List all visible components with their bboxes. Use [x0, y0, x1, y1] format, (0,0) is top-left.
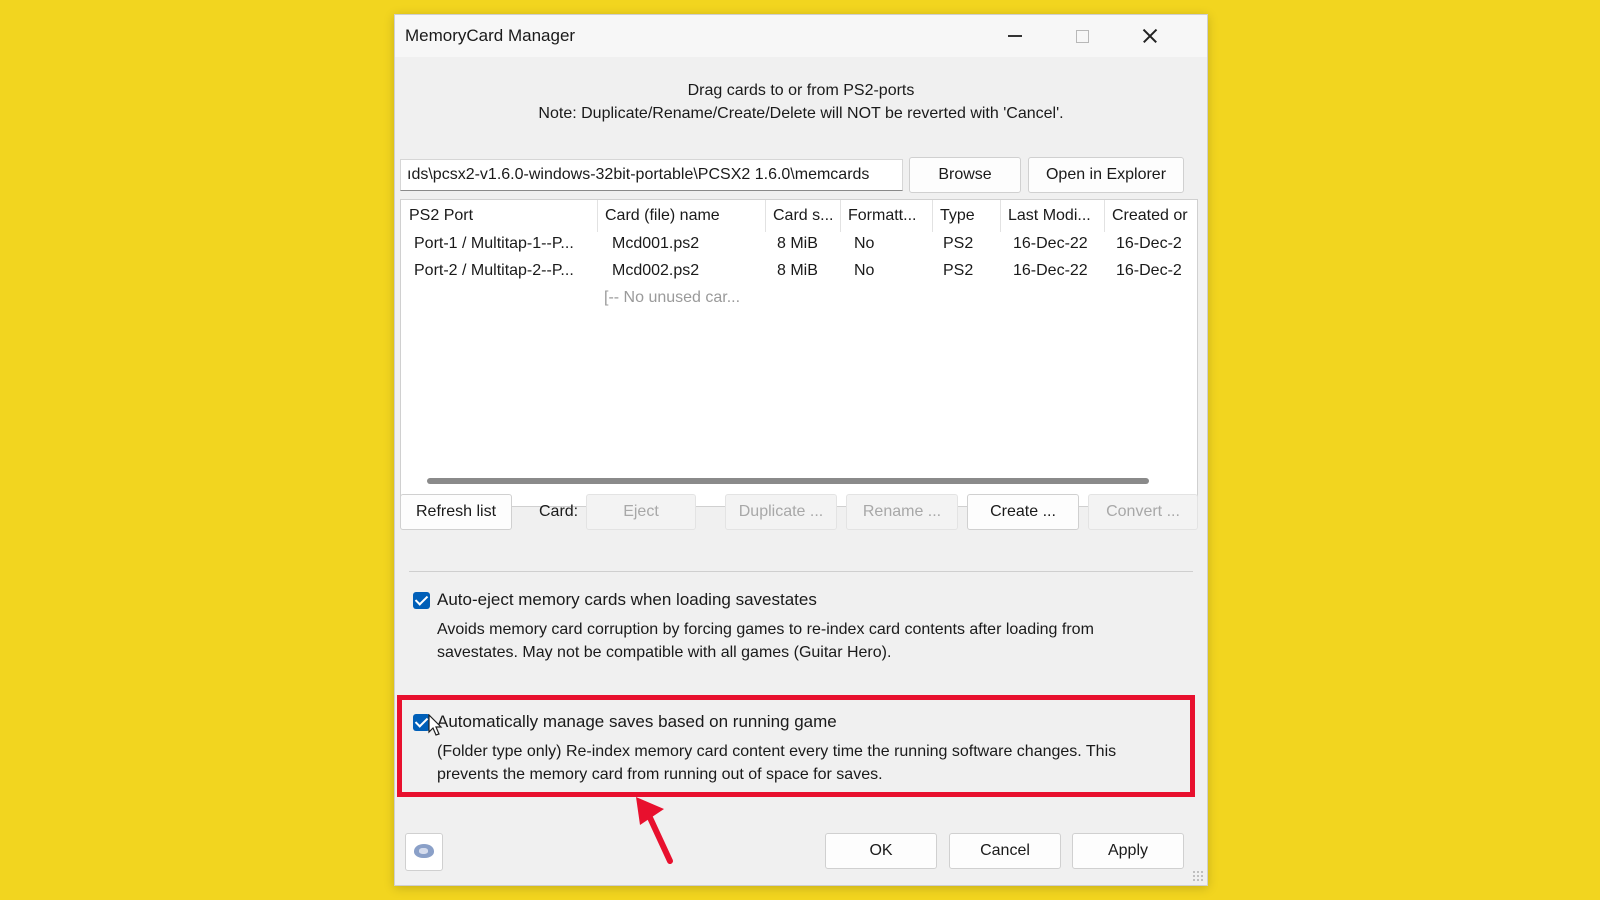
window-title: MemoryCard Manager [405, 26, 576, 45]
auto-manage-saves-description: (Folder type only) Re-index memory card … [437, 740, 1116, 786]
minimize-icon[interactable] [991, 21, 1037, 51]
cell-card-name: Mcd002.ps2 [612, 262, 700, 279]
section-divider [409, 571, 1193, 572]
close-icon[interactable] [1127, 21, 1173, 51]
cell-formatted: No [854, 235, 875, 252]
horizontal-scrollbar[interactable] [427, 478, 1149, 484]
cell-type: PS2 [943, 262, 974, 279]
open-in-explorer-button[interactable]: Open in Explorer [1028, 157, 1184, 193]
browse-button[interactable]: Browse [909, 157, 1021, 193]
card-label: Card: [539, 503, 579, 520]
column-header-created-on[interactable]: Created or [1104, 200, 1197, 232]
memory-card-list[interactable]: PS2 Port Card (file) name Card s... Form… [400, 199, 1198, 507]
memcards-path-field[interactable]: ıds\pcsx2-v1.6.0-windows-32bit-portable\… [400, 159, 903, 191]
memcards-path-value: ıds\pcsx2-v1.6.0-windows-32bit-portable\… [407, 166, 870, 183]
ok-button[interactable]: OK [825, 833, 937, 869]
cell-last-modified: 16-Dec-22 [1013, 235, 1088, 252]
create-button[interactable]: Create ... [967, 494, 1079, 530]
resize-grip-icon[interactable] [1192, 870, 1204, 882]
auto-eject-checkbox[interactable] [413, 592, 430, 609]
column-header-card-size[interactable]: Card s... [765, 200, 840, 232]
column-header-ps2-port[interactable]: PS2 Port [401, 200, 597, 232]
auto-eject-description: Avoids memory card corruption by forcing… [437, 618, 1094, 664]
memorycard-manager-dialog: MemoryCard Manager Drag cards to or from… [394, 14, 1208, 886]
cell-formatted: No [854, 262, 875, 279]
rename-button[interactable]: Rename ... [846, 494, 958, 530]
auto-eject-desc-line-2: savestates. May not be compatible with a… [437, 644, 892, 661]
auto-eject-desc-line-1: Avoids memory card corruption by forcing… [437, 621, 1094, 638]
apply-button[interactable]: Apply [1072, 833, 1184, 869]
cell-card-size: 8 MiB [777, 262, 818, 279]
cell-ps2-port: Port-2 / Multitap-2--P... [414, 262, 574, 279]
maximize-icon[interactable] [1059, 21, 1105, 51]
duplicate-button[interactable]: Duplicate ... [725, 494, 837, 530]
auto-manage-saves-label[interactable]: Automatically manage saves based on runn… [437, 712, 837, 732]
no-unused-cards-row[interactable]: [-- No unused car... [604, 289, 740, 307]
column-header-card-name[interactable]: Card (file) name [597, 200, 765, 232]
column-header-type[interactable]: Type [932, 200, 1000, 232]
auto-manage-desc-line-2: prevents the memory card from running ou… [437, 766, 883, 783]
refresh-list-button[interactable]: Refresh list [400, 494, 512, 530]
convert-button[interactable]: Convert ... [1088, 494, 1198, 530]
column-header-formatted[interactable]: Formatt... [840, 200, 932, 232]
cell-ps2-port: Port-1 / Multitap-1--P... [414, 235, 574, 252]
cell-created-on: 16-Dec-2 [1116, 262, 1182, 279]
cancel-button[interactable]: Cancel [949, 833, 1061, 869]
auto-eject-label[interactable]: Auto-eject memory cards when loading sav… [437, 590, 817, 610]
red-arrow-icon [630, 795, 680, 870]
eject-button[interactable]: Eject [586, 494, 696, 530]
info-text-drag: Drag cards to or from PS2-ports [687, 82, 915, 99]
cell-card-size: 8 MiB [777, 235, 818, 252]
cell-card-name: Mcd001.ps2 [612, 235, 700, 252]
cell-type: PS2 [943, 235, 974, 252]
auto-manage-desc-line-1: (Folder type only) Re-index memory card … [437, 743, 1117, 760]
pcsx2-app-icon[interactable] [405, 833, 443, 871]
title-bar: MemoryCard Manager [395, 15, 1207, 57]
cell-last-modified: 16-Dec-22 [1013, 262, 1088, 279]
info-text-note: Note: Duplicate/Rename/Create/Delete wil… [538, 105, 1064, 122]
cell-created-on: 16-Dec-2 [1116, 235, 1182, 252]
column-header-last-modified[interactable]: Last Modi... [1000, 200, 1104, 232]
